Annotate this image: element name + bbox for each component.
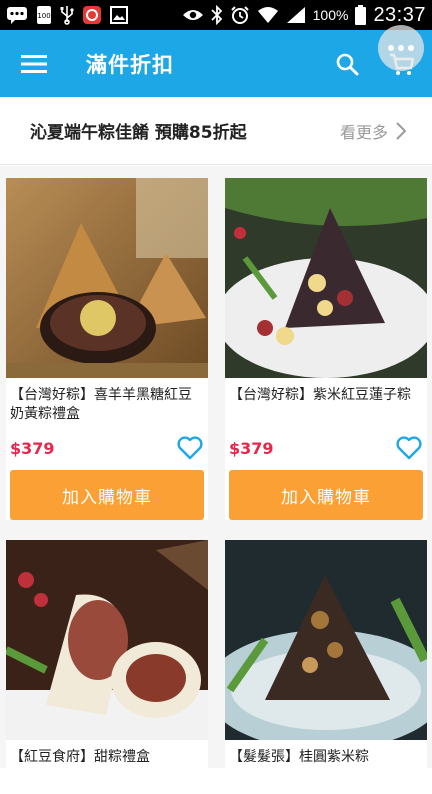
promo-header: 沁夏端午粽佳餚 預購85折起 看更多 bbox=[0, 97, 432, 165]
status-bar: 100 100% 23:37 bbox=[0, 0, 432, 30]
page-title: 滿件折扣 bbox=[86, 52, 174, 77]
favorite-heart-icon[interactable] bbox=[176, 434, 204, 462]
storage-100-icon: 100 bbox=[36, 5, 52, 25]
chevron-right-icon[interactable] bbox=[396, 121, 406, 140]
add-to-cart-button[interactable]: 加入購物車 bbox=[10, 470, 204, 520]
svg-text:100: 100 bbox=[37, 12, 50, 20]
usb-icon bbox=[60, 5, 74, 25]
dot-icon bbox=[388, 45, 394, 51]
product-name[interactable]: 【台灣好粽】喜羊羊黑糖紅豆奶黃粽禮盒 bbox=[6, 378, 208, 432]
favorite-heart-icon[interactable] bbox=[395, 434, 423, 462]
product-name[interactable]: 【紅豆食府】甜粽禮盒 bbox=[6, 740, 208, 794]
search-icon bbox=[336, 53, 359, 75]
bluetooth-icon bbox=[210, 5, 223, 25]
clock: 23:37 bbox=[373, 3, 426, 26]
product-name[interactable]: 【台灣好粽】紫米紅豆蓮子粽 bbox=[225, 378, 427, 432]
product-name[interactable]: 【髮髮張】桂圓紫米粽 bbox=[225, 740, 427, 794]
product-price: $379 bbox=[10, 438, 55, 458]
see-more-link[interactable]: 看更多 bbox=[340, 119, 388, 143]
product-grid: 【台灣好粽】喜羊羊黑糖紅豆奶黃粽禮盒 $379 加入購物車 【台灣好粽】紫米紅豆… bbox=[0, 166, 432, 794]
dot-icon bbox=[408, 45, 414, 51]
product-image[interactable] bbox=[6, 178, 208, 378]
search-button[interactable] bbox=[322, 30, 372, 97]
product-image[interactable] bbox=[225, 178, 427, 378]
product-image[interactable] bbox=[6, 540, 208, 740]
hamburger-menu-icon bbox=[21, 54, 47, 73]
floating-more-button[interactable] bbox=[378, 25, 424, 71]
app-notification-icon bbox=[82, 5, 102, 25]
product-card[interactable]: 【台灣好粽】喜羊羊黑糖紅豆奶黃粽禮盒 $379 加入購物車 bbox=[6, 178, 208, 520]
app-bar: 滿件折扣 bbox=[0, 30, 432, 97]
battery-icon bbox=[355, 5, 367, 25]
signal-icon bbox=[286, 5, 306, 25]
chat-notification-icon bbox=[6, 5, 28, 25]
battery-percent: 100% bbox=[312, 7, 349, 23]
dot-icon bbox=[398, 45, 404, 51]
product-card[interactable]: 【髮髮張】桂圓紫米粽 bbox=[225, 540, 427, 794]
product-card[interactable]: 【紅豆食府】甜粽禮盒 bbox=[6, 540, 208, 794]
image-notification-icon bbox=[110, 5, 128, 25]
eye-icon bbox=[182, 5, 204, 25]
promo-title: 沁夏端午粽佳餚 預購85折起 bbox=[30, 123, 247, 143]
add-to-cart-button[interactable]: 加入購物車 bbox=[229, 470, 423, 520]
menu-button[interactable] bbox=[0, 30, 68, 97]
alarm-icon bbox=[230, 5, 250, 25]
product-card[interactable]: 【台灣好粽】紫米紅豆蓮子粽 $379 加入購物車 bbox=[225, 178, 427, 520]
wifi-icon bbox=[257, 5, 279, 25]
product-image[interactable] bbox=[225, 540, 427, 740]
product-price: $379 bbox=[229, 438, 274, 458]
